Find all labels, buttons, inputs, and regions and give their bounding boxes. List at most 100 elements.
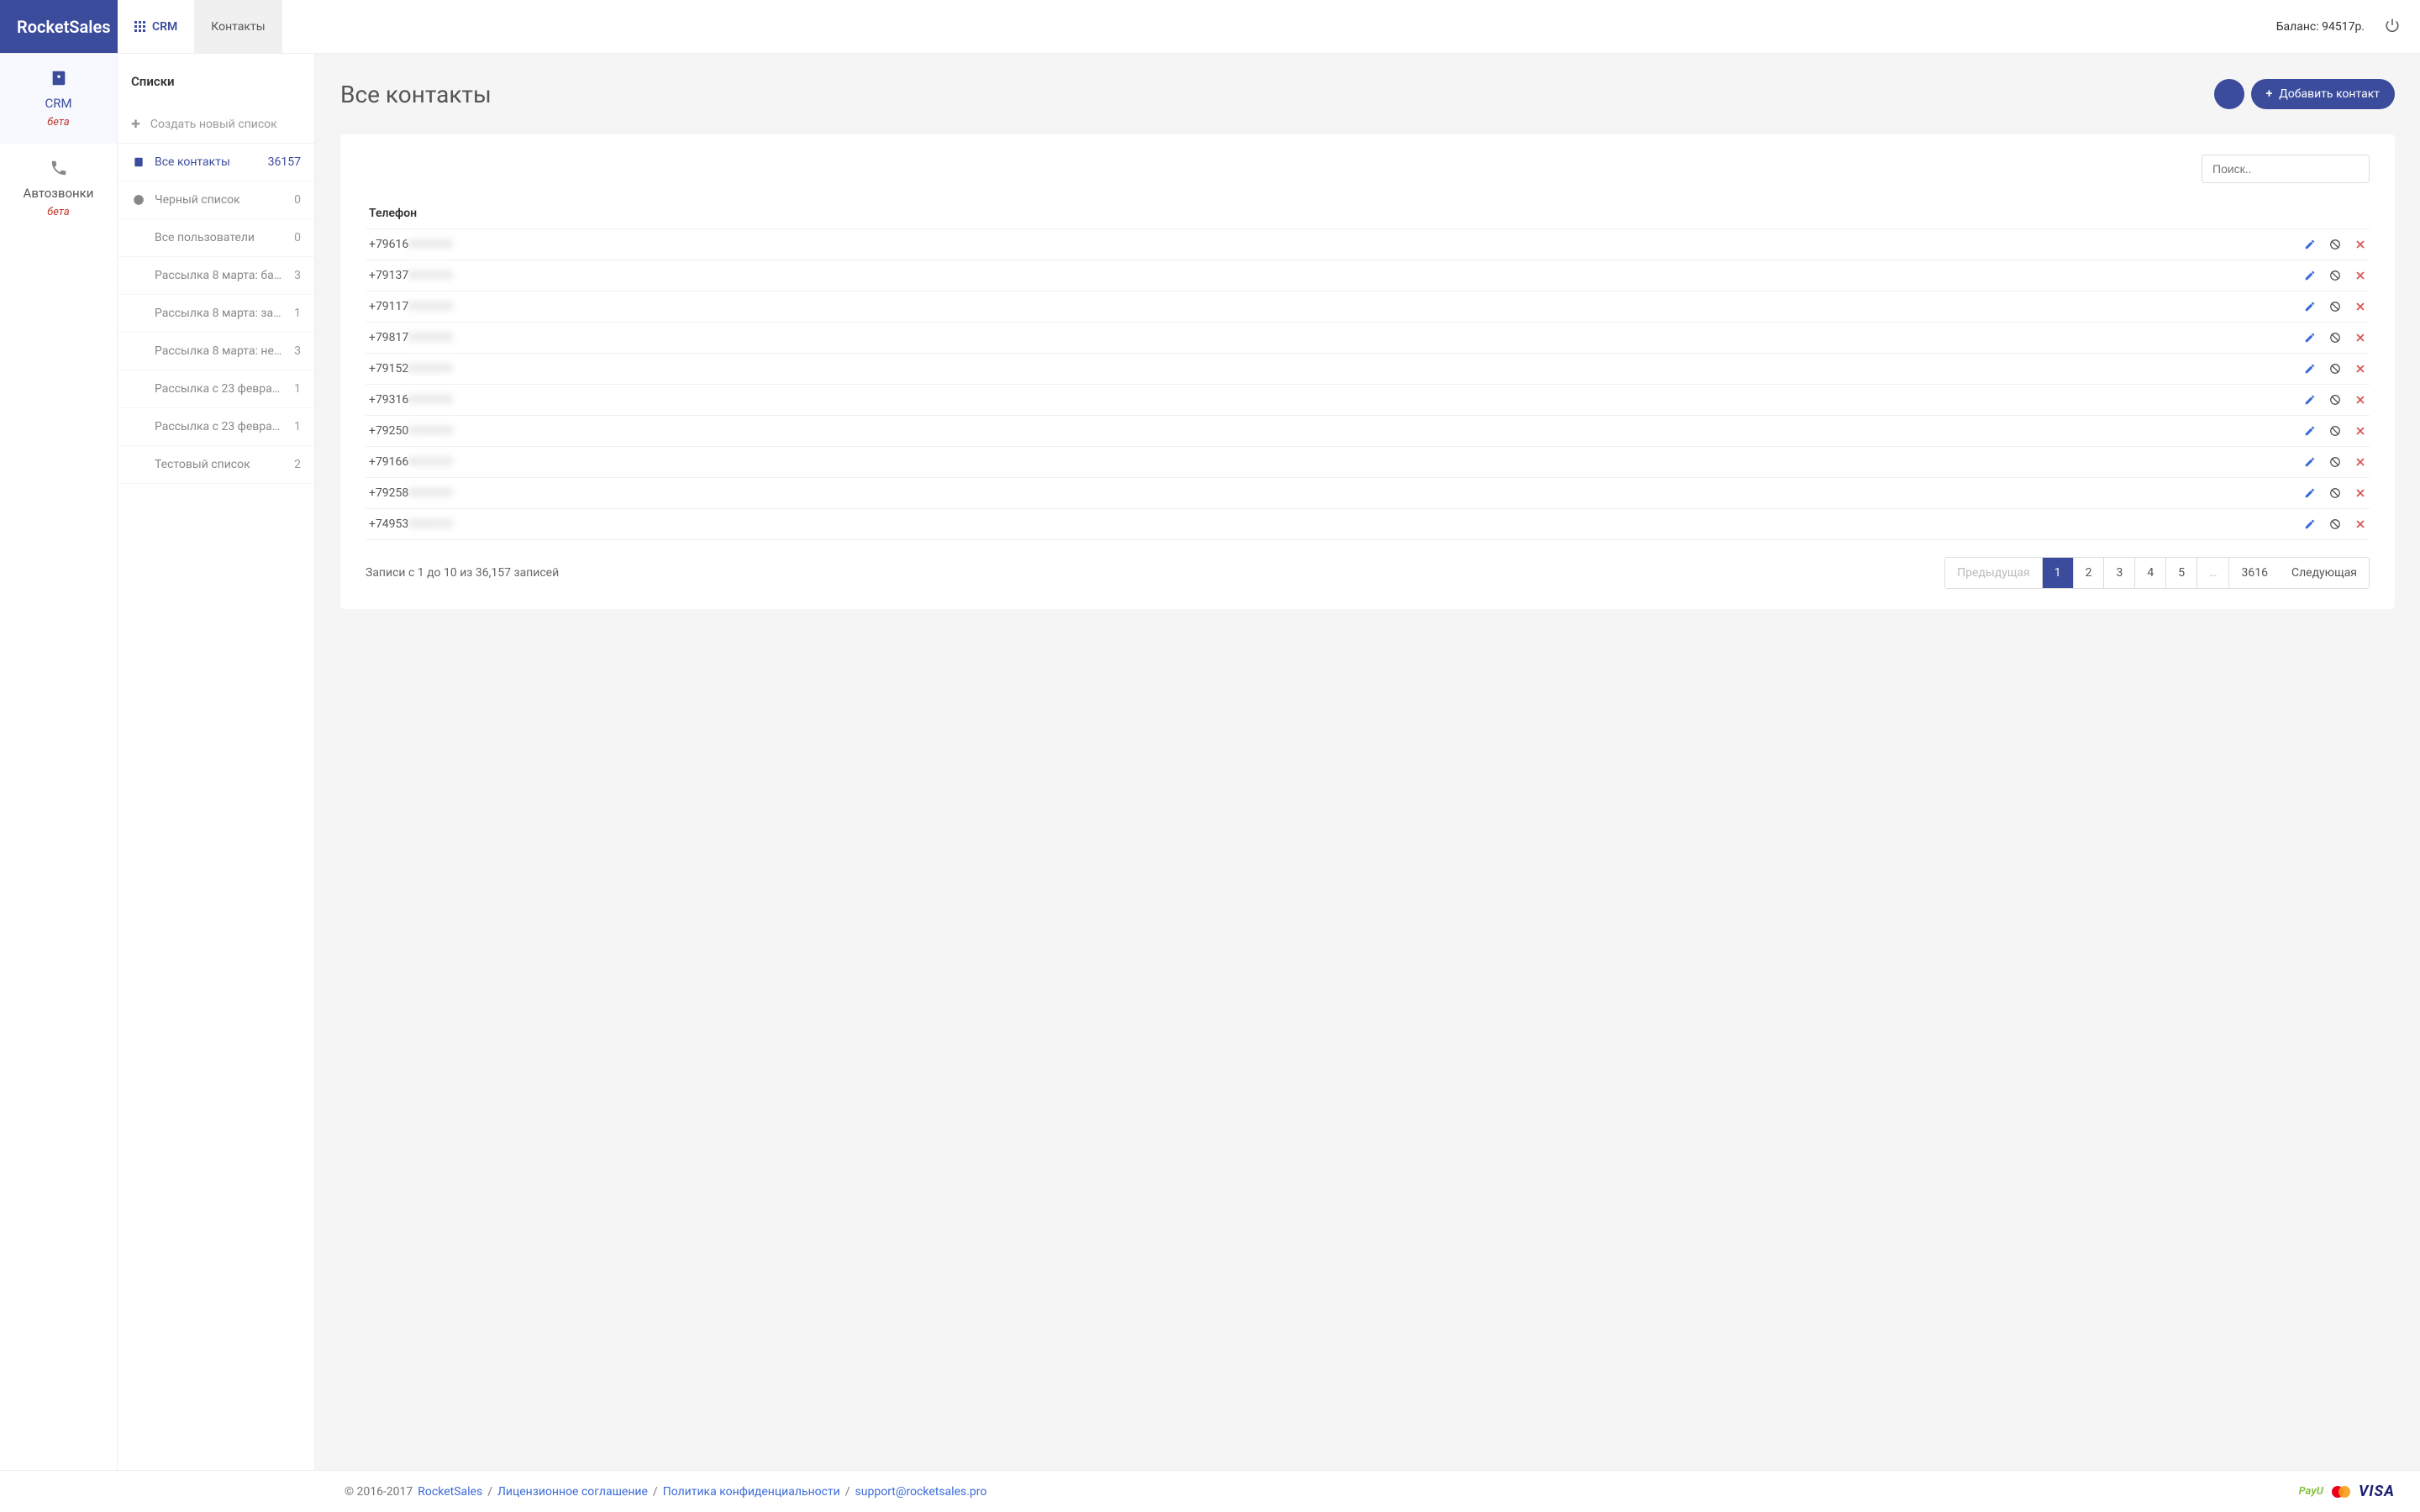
add-contact-label: Добавить контакт [2279, 87, 2380, 101]
list-item-label: Рассылка 8 марта: недозвон [155, 344, 286, 358]
list-item[interactable]: Все контакты36157 [118, 144, 314, 181]
list-item[interactable]: Рассылка 8 марта: база3 [118, 257, 314, 295]
page-footer: © 2016-2017 RocketSales / Лицензионное с… [0, 1470, 2420, 1512]
row-actions [2304, 363, 2366, 375]
list-item-label: Черный список [155, 193, 286, 207]
top-header: RocketSales CRM Контакты Баланс: 94517р. [0, 0, 2420, 54]
edit-icon[interactable] [2304, 518, 2316, 530]
list-item[interactable]: Рассылка 8 марта: недозвон3 [118, 333, 314, 370]
grid-icon [134, 21, 145, 32]
delete-icon[interactable] [2354, 332, 2366, 344]
search-row [366, 155, 2370, 183]
page-next[interactable]: Следующая [2280, 558, 2369, 588]
table-row: +79137000000 [366, 260, 2370, 291]
list-item[interactable]: Тестовый список2 [118, 446, 314, 484]
edit-icon[interactable] [2304, 394, 2316, 406]
footer-license-link[interactable]: Лицензионное соглашение [497, 1485, 648, 1499]
phone-cell: +79152000000 [369, 362, 2304, 375]
upload-icon [2223, 88, 2235, 100]
edit-icon[interactable] [2304, 425, 2316, 437]
tab-crm[interactable]: CRM [118, 0, 194, 53]
table-row: +79166000000 [366, 447, 2370, 478]
pagination: Предыдущая 12345…3616 Следующая [1944, 557, 2370, 589]
page-number[interactable]: 2 [2074, 558, 2105, 588]
logout-icon[interactable] [2385, 18, 2400, 36]
create-list-button[interactable]: ✚ Создать новый список [118, 106, 314, 144]
page-number[interactable]: 5 [2166, 558, 2197, 588]
footer-brand-link[interactable]: RocketSales [418, 1485, 482, 1499]
delete-icon[interactable] [2354, 425, 2366, 437]
contact-icon [131, 156, 146, 168]
search-input[interactable] [2202, 155, 2370, 183]
phone-cell: +79258000000 [369, 486, 2304, 500]
block-icon[interactable] [2329, 270, 2341, 281]
block-icon[interactable] [2329, 363, 2341, 375]
delete-icon[interactable] [2354, 394, 2366, 406]
delete-icon[interactable] [2354, 301, 2366, 312]
block-icon[interactable] [2329, 301, 2341, 312]
list-item-label: Рассылка с 23 февраля: зая… [155, 382, 286, 396]
footer-privacy-link[interactable]: Политика конфиденциальности [663, 1485, 840, 1499]
edit-icon[interactable] [2304, 363, 2316, 375]
page-number[interactable]: 3616 [2229, 558, 2279, 588]
copyright: © 2016-2017 [345, 1485, 413, 1499]
header-buttons: + Добавить контакт [2214, 79, 2395, 109]
page-number[interactable]: 3 [2104, 558, 2135, 588]
list-item-label: Рассылка 8 марта: база [155, 269, 286, 282]
block-icon[interactable] [2329, 394, 2341, 406]
page-prev[interactable]: Предыдущая [1945, 558, 2043, 588]
add-contact-button[interactable]: + Добавить контакт [2251, 79, 2395, 109]
list-item-count: 1 [294, 420, 301, 433]
sidebar-item-autocalls[interactable]: Автозвонки бета [0, 144, 117, 234]
column-header-phone[interactable]: Телефон [366, 198, 2370, 229]
sidebar-nav: CRM бета Автозвонки бета [0, 54, 118, 1470]
block-icon[interactable] [2329, 456, 2341, 468]
list-item[interactable]: Рассылка с 23 февраля: зая…1 [118, 370, 314, 408]
edit-icon[interactable] [2304, 456, 2316, 468]
edit-icon[interactable] [2304, 487, 2316, 499]
block-icon[interactable] [2329, 239, 2341, 250]
upload-button[interactable] [2214, 79, 2244, 109]
delete-icon[interactable] [2354, 270, 2366, 281]
edit-icon[interactable] [2304, 239, 2316, 250]
contacts-table: Телефон +79616000000+79137000000+7911700… [366, 198, 2370, 540]
row-actions [2304, 425, 2366, 437]
tab-contacts[interactable]: Контакты [194, 0, 281, 53]
list-item-count: 0 [294, 193, 301, 207]
phone-icon [50, 159, 68, 181]
list-item[interactable]: Рассылка с 23 февраля: не …1 [118, 408, 314, 446]
edit-icon[interactable] [2304, 270, 2316, 281]
beta-badge: бета [47, 116, 69, 129]
block-icon[interactable] [2329, 332, 2341, 344]
table-row: +79250000000 [366, 416, 2370, 447]
sidebar-item-crm[interactable]: CRM бета [0, 54, 117, 144]
table-row: +79616000000 [366, 229, 2370, 260]
main-header: Все контакты + Добавить контакт [340, 79, 2395, 109]
footer-payment-logos: PayU VISA [2299, 1483, 2395, 1500]
delete-icon[interactable] [2354, 518, 2366, 530]
list-item[interactable]: Все пользователи0 [118, 219, 314, 257]
page-number[interactable]: 4 [2135, 558, 2166, 588]
block-icon[interactable] [2329, 487, 2341, 499]
table-row: +79316000000 [366, 385, 2370, 416]
delete-icon[interactable] [2354, 487, 2366, 499]
edit-icon[interactable] [2304, 301, 2316, 312]
block-icon[interactable] [2329, 518, 2341, 530]
list-item-count: 1 [294, 307, 301, 320]
brand-logo[interactable]: RocketSales [0, 0, 118, 53]
page-title: Все контакты [340, 81, 492, 108]
table-row: +79117000000 [366, 291, 2370, 323]
row-actions [2304, 301, 2366, 312]
footer-support-link[interactable]: support@rocketsales.pro [855, 1485, 987, 1499]
header-right: Баланс: 94517р. [2276, 0, 2420, 53]
delete-icon[interactable] [2354, 456, 2366, 468]
list-item[interactable]: Рассылка 8 марта: заявки1 [118, 295, 314, 333]
list-item-label: Тестовый список [155, 458, 286, 471]
block-icon[interactable] [2329, 425, 2341, 437]
delete-icon[interactable] [2354, 239, 2366, 250]
page-number[interactable]: 1 [2043, 558, 2074, 588]
edit-icon[interactable] [2304, 332, 2316, 344]
sidebar-item-label: Автозвонки [24, 186, 94, 201]
delete-icon[interactable] [2354, 363, 2366, 375]
list-item[interactable]: Черный список 0 [118, 181, 314, 219]
